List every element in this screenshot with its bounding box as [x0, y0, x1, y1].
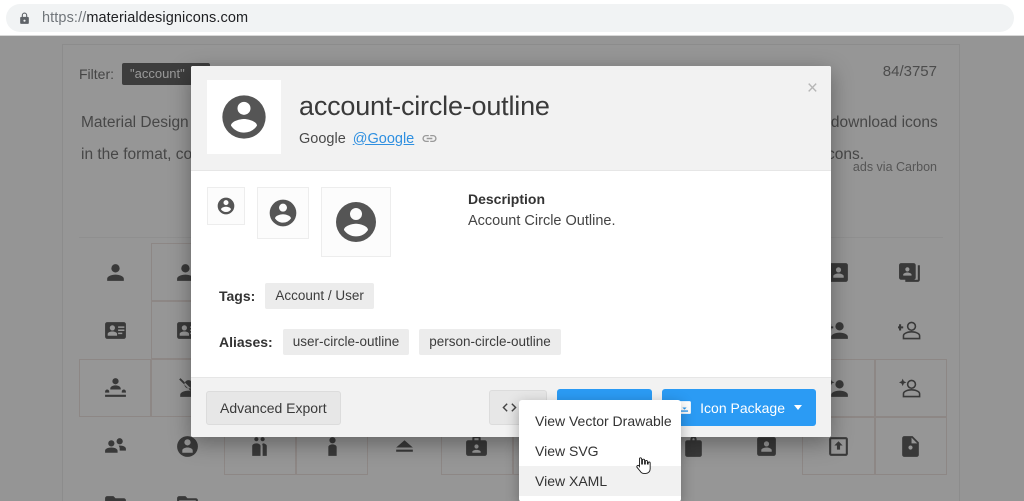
author-handle-link[interactable]: @Google — [353, 131, 414, 147]
icon-detail-modal: account-circle-outline Google @Google × — [191, 66, 831, 437]
preview-row: Description Account Circle Outline. — [207, 187, 815, 257]
icon-preview-sizes — [207, 187, 391, 257]
aliases-label: Aliases: — [219, 334, 273, 350]
lock-icon — [20, 12, 29, 24]
icon-preview-small — [207, 187, 245, 225]
url-scheme: https:// — [42, 10, 87, 26]
author-name: Google — [299, 130, 346, 147]
tags-label: Tags: — [219, 288, 256, 304]
url-text: https://materialdesignicons.com — [42, 10, 248, 26]
address-bar[interactable]: https://materialdesignicons.com — [6, 4, 1014, 32]
description-title: Description — [468, 191, 546, 207]
screenshot-root: https://materialdesignicons.com Filter: … — [0, 0, 1024, 501]
close-icon[interactable]: × — [807, 79, 818, 98]
account-circle-outline-icon — [269, 199, 297, 227]
modal-author-line: Google @Google — [299, 130, 550, 147]
alias-pill[interactable]: user-circle-outline — [282, 329, 410, 355]
account-circle-outline-icon — [222, 95, 266, 139]
icon-preview-xlarge — [321, 187, 391, 257]
modal-body: Description Account Circle Outline. Tags… — [191, 171, 831, 377]
icon-package-label: Icon Package — [700, 399, 785, 416]
menu-item-view-svg[interactable]: View SVG — [519, 436, 681, 466]
modal-header: account-circle-outline Google @Google × — [191, 66, 831, 171]
url-host: materialdesignicons.com — [86, 10, 249, 26]
browser-toolbar: https://materialdesignicons.com — [0, 0, 1024, 36]
modal-header-texts: account-circle-outline Google @Google — [299, 80, 550, 147]
menu-item-view-vector-drawable[interactable]: View Vector Drawable — [519, 406, 681, 436]
menu-item-view-xaml[interactable]: View XAML — [519, 466, 681, 496]
advanced-export-button[interactable]: Advanced Export — [206, 390, 341, 425]
tag-pill[interactable]: Account / User — [265, 283, 374, 309]
account-circle-outline-icon — [217, 197, 235, 215]
aliases-row: Aliases: user-circle-outline person-circ… — [207, 329, 815, 355]
icon-preview-medium — [257, 187, 309, 239]
link-icon[interactable] — [421, 130, 438, 147]
modal-footer: Advanced Export Icon Icon Package — [191, 377, 831, 437]
code-icon — [502, 403, 517, 412]
icon-package-download-button[interactable]: Icon Package — [662, 389, 816, 426]
tags-row: Tags: Account / User — [207, 283, 815, 309]
alias-pill[interactable]: person-circle-outline — [419, 329, 561, 355]
description-block: Description Account Circle Outline. — [468, 187, 615, 229]
icon-preview-large — [207, 80, 281, 154]
description-text: Account Circle Outline. — [468, 213, 616, 229]
account-circle-outline-icon — [336, 202, 376, 242]
chevron-down-icon — [794, 405, 802, 410]
view-code-dropdown-menu: View Vector Drawable View SVG View XAML — [519, 400, 681, 501]
page-title: account-circle-outline — [299, 91, 550, 121]
